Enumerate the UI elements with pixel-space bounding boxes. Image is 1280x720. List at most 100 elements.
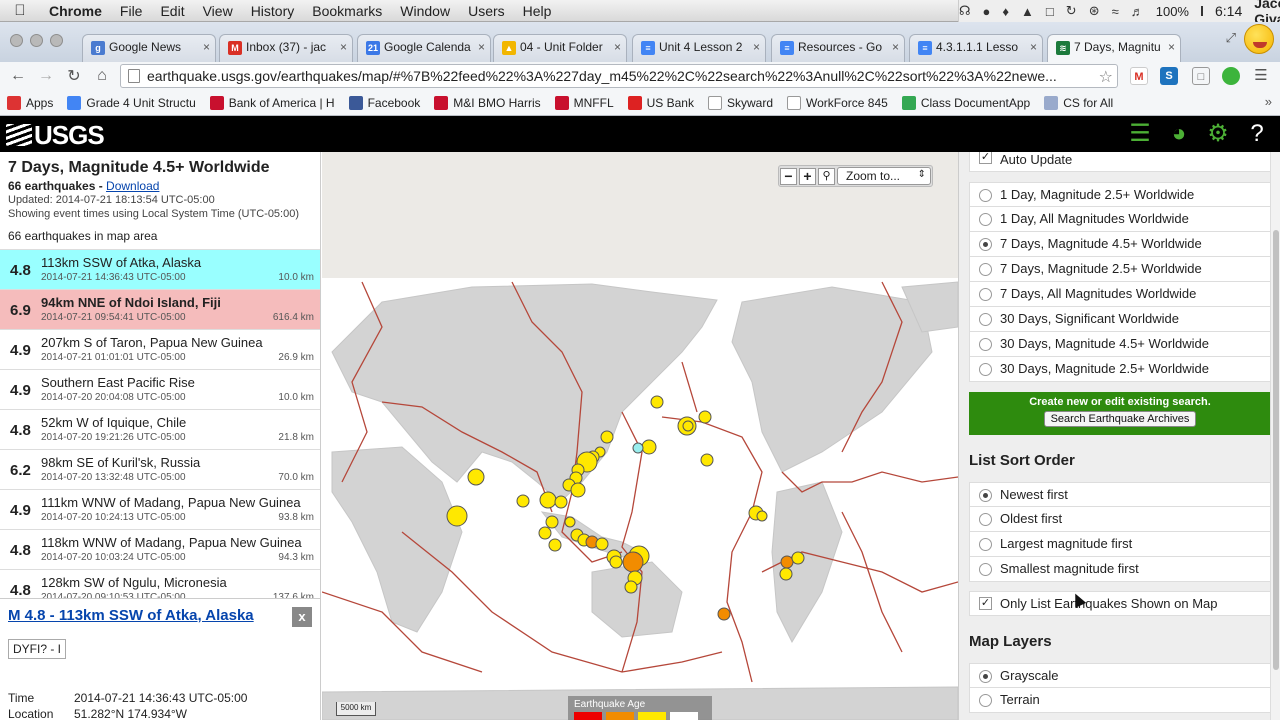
earthquake-list-item[interactable]: 4.9 207km S of Taron, Papua New Guinea 201…: [0, 329, 320, 369]
scrollbar-thumb[interactable]: [1273, 230, 1279, 670]
quake-marker[interactable]: [682, 420, 694, 432]
bookmark-item[interactable]: Facebook: [342, 95, 428, 110]
feed-option[interactable]: 7 Days, All Magnitudes Worldwide: [969, 282, 1271, 307]
search-archives-button[interactable]: Search Earthquake Archives: [1043, 411, 1197, 427]
event-title-link[interactable]: M 4.8 - 113km SSW of Atka, Alaska: [8, 607, 258, 625]
feed-radio[interactable]: [979, 313, 992, 326]
quake-marker[interactable]: [632, 442, 644, 454]
quake-marker[interactable]: [700, 453, 714, 467]
quake-marker[interactable]: [467, 468, 485, 486]
volume-icon[interactable]: ♬: [1131, 4, 1144, 19]
address-bar[interactable]: earthquake.usgs.gov/earthquakes/map/#%7B…: [120, 64, 1118, 88]
menu-bookmarks[interactable]: Bookmarks: [303, 3, 391, 19]
settings-gear-icon[interactable]: ⚙: [1204, 120, 1232, 148]
menu-history[interactable]: History: [242, 3, 304, 19]
sort-option[interactable]: Oldest first: [969, 507, 1271, 532]
bookmark-item[interactable]: CS for All: [1037, 95, 1120, 110]
quake-marker[interactable]: [622, 551, 644, 573]
feed-radio[interactable]: [979, 213, 992, 226]
earthquake-list-item[interactable]: 6.2 98km SE of Kuril'sk, Russia 2014-07-20…: [0, 449, 320, 489]
bookmark-item[interactable]: Class DocumentApp: [895, 95, 1037, 110]
sort-radio[interactable]: [979, 513, 992, 526]
sort-radio[interactable]: [979, 563, 992, 576]
bookmark-item[interactable]: Skyward: [701, 95, 780, 110]
bookmark-item[interactable]: Bank of America | H: [203, 95, 342, 110]
menu-edit[interactable]: Edit: [151, 3, 193, 19]
quake-marker[interactable]: [446, 505, 468, 527]
sort-radio[interactable]: [979, 538, 992, 551]
list-view-icon[interactable]: ☰: [1126, 120, 1154, 148]
options-scrollbar[interactable]: [1270, 152, 1280, 720]
profile-avatar-icon[interactable]: [1244, 24, 1274, 54]
forward-icon[interactable]: →: [32, 67, 60, 85]
menu-view[interactable]: View: [194, 3, 242, 19]
tab-close-icon[interactable]: ×: [892, 40, 899, 54]
layer-option[interactable]: Terrain: [969, 688, 1271, 713]
feed-option[interactable]: 30 Days, Magnitude 4.5+ Worldwide: [969, 332, 1271, 357]
reload-icon[interactable]: ↻: [60, 66, 88, 86]
battery-percent[interactable]: 100%: [1156, 4, 1189, 19]
map-view-globe-icon[interactable]: ◕: [1165, 120, 1193, 148]
earthquake-list-item[interactable]: 4.9 111km WNW of Madang, Papua New Guinea…: [0, 489, 320, 529]
download-link[interactable]: Download: [106, 179, 159, 193]
menubar-user[interactable]: Jacob Givand: [1254, 0, 1280, 22]
menu-help[interactable]: Help: [514, 3, 561, 19]
quake-marker[interactable]: [780, 555, 794, 569]
quake-marker[interactable]: [779, 567, 793, 581]
chat-icon[interactable]: ●: [983, 4, 991, 19]
back-icon[interactable]: ←: [4, 67, 32, 85]
tab-close-icon[interactable]: ×: [1168, 40, 1175, 54]
sort-option[interactable]: Largest magnitude first: [969, 532, 1271, 557]
layer-option[interactable]: Grayscale: [969, 663, 1271, 688]
feed-option[interactable]: 1 Day, All Magnitudes Worldwide: [969, 207, 1271, 232]
zoom-window-button[interactable]: [50, 34, 63, 47]
feed-option[interactable]: 30 Days, Significant Worldwide: [969, 307, 1271, 332]
bookmark-star-icon[interactable]: ☆: [1099, 67, 1113, 87]
help-icon[interactable]: ?: [1243, 120, 1271, 148]
close-icon[interactable]: x: [292, 607, 312, 627]
feed-radio[interactable]: [979, 338, 992, 351]
browser-tab[interactable]: ≡ Resources - Go ×: [771, 34, 905, 62]
earthquake-map[interactable]: − + ⚲ Zoom to... 5000 km Earthquake Age: [322, 152, 958, 720]
tab-close-icon[interactable]: ×: [203, 40, 210, 54]
quake-marker[interactable]: [595, 537, 609, 551]
minimize-window-button[interactable]: [30, 34, 43, 47]
menu-app-chrome[interactable]: Chrome: [40, 3, 111, 19]
quake-marker[interactable]: [570, 482, 586, 498]
quake-marker[interactable]: [717, 607, 731, 621]
menubar-clock[interactable]: Mon 6:14 PM: [1215, 0, 1242, 22]
sort-option[interactable]: Smallest magnitude first: [969, 557, 1271, 582]
menu-file[interactable]: File: [111, 3, 152, 19]
only-list-shown-checkbox[interactable]: ✓: [979, 597, 992, 610]
quake-marker[interactable]: [538, 526, 552, 540]
tab-close-icon[interactable]: ×: [478, 40, 485, 54]
quake-marker[interactable]: [539, 491, 557, 509]
layer-radio[interactable]: [979, 670, 992, 683]
quake-marker[interactable]: [641, 439, 657, 455]
earthquake-list-item[interactable]: 6.9 94km NNE of Ndoi Island, Fiji 2014-07-…: [0, 289, 320, 329]
earthquake-list-item[interactable]: 4.8 52km W of Iquique, Chile 2014-07-20 19…: [0, 409, 320, 449]
earthquake-list-item[interactable]: 4.8 118km WNW of Madang, Papua New Guinea…: [0, 529, 320, 569]
feed-radio[interactable]: [979, 288, 992, 301]
headphones-icon[interactable]: ☊: [959, 3, 971, 19]
tab-close-icon[interactable]: ×: [614, 40, 621, 54]
feed-option[interactable]: 7 Days, Magnitude 2.5+ Worldwide: [969, 257, 1271, 282]
usgs-logo[interactable]: USGS: [6, 120, 105, 151]
quake-marker[interactable]: [564, 516, 576, 528]
wifi-icon[interactable]: ≈: [1112, 4, 1119, 19]
menu-users[interactable]: Users: [459, 3, 514, 19]
quake-marker[interactable]: [756, 510, 768, 522]
chrome-menu-icon[interactable]: ☰: [1252, 67, 1270, 85]
cast-icon[interactable]: □: [1192, 67, 1210, 85]
only-list-shown-option[interactable]: ✓ Only List Earthquakes Shown on Map: [969, 591, 1271, 616]
bookmark-item[interactable]: Apps: [0, 95, 60, 110]
fullscreen-icon[interactable]: ⤢: [1226, 30, 1236, 46]
quake-marker[interactable]: [624, 580, 638, 594]
bluetooth-icon[interactable]: ⊛: [1089, 3, 1100, 19]
feed-option[interactable]: 30 Days, Magnitude 2.5+ Worldwide: [969, 357, 1271, 382]
bookmark-item[interactable]: US Bank: [621, 95, 701, 110]
green-extension-icon[interactable]: [1222, 67, 1240, 85]
earthquake-list-item[interactable]: 4.8 113km SSW of Atka, Alaska 2014-07-21 1…: [0, 249, 320, 289]
bookmarks-overflow-icon[interactable]: »: [1265, 94, 1272, 109]
browser-tab[interactable]: ≡ Unit 4 Lesson 2 ×: [632, 34, 766, 62]
